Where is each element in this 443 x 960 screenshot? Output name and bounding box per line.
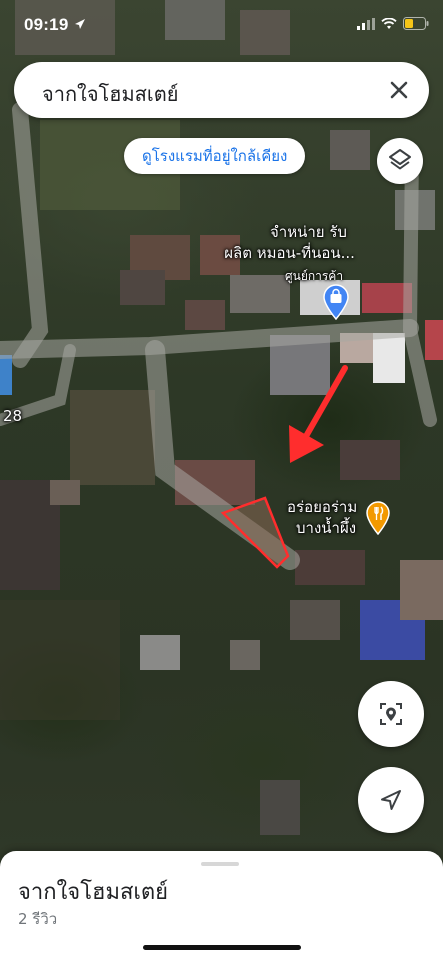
poi-store-name-line1: จำหน่าย รับ <box>270 223 347 241</box>
search-query[interactable]: จากใจโฮมสเตย์ <box>42 78 178 110</box>
plot-outline <box>220 496 290 569</box>
road-number-label: 28 <box>3 407 23 425</box>
bare-field <box>70 390 155 485</box>
sheet-drag-handle[interactable] <box>201 862 239 866</box>
layers-button[interactable] <box>377 138 423 184</box>
location-arrow-icon <box>75 19 85 29</box>
shopping-bag-icon[interactable] <box>323 284 349 320</box>
field-patch <box>0 600 120 720</box>
search-bar[interactable]: จากใจโฮมสเตย์ <box>14 62 429 118</box>
recenter-button[interactable] <box>358 681 424 747</box>
status-icons <box>357 17 429 30</box>
place-title: จากใจโฮมสเตย์ <box>18 880 169 905</box>
navigation-arrow-icon <box>381 790 401 810</box>
nearby-hotels-chip[interactable]: ดูโรงแรมที่อยู่ใกล้เคียง <box>124 138 306 174</box>
place-bottom-sheet[interactable]: จากใจโฮมสเตย์ 2 รีวิว <box>0 851 443 960</box>
crosshair-location-icon <box>380 703 402 725</box>
close-icon[interactable] <box>383 74 415 106</box>
wifi-icon <box>381 17 397 29</box>
poi-restaurant-name[interactable]: อร่อยอร่าม บางน้ำผึ้ง <box>287 497 357 539</box>
reviews-count[interactable]: 2 รีวิว <box>18 907 57 931</box>
poi-store-name[interactable]: จำหน่าย รับ ผลิต หมอน-ที่นอน... <box>224 222 355 264</box>
signal-icon <box>357 17 375 30</box>
home-indicator[interactable] <box>143 945 301 950</box>
status-time: 09:19 <box>24 15 69 34</box>
poi-store-name-line2: ผลิต หมอน-ที่นอน... <box>224 244 355 262</box>
nearby-hotels-label: ดูโรงแรมที่อยู่ใกล้เคียง <box>142 147 288 165</box>
battery-icon <box>403 17 429 30</box>
status-bar: 09:19 <box>0 0 443 44</box>
layers-icon <box>389 149 411 170</box>
poi-restaurant-name-line1: อร่อยอร่าม <box>287 498 358 516</box>
restaurant-icon[interactable] <box>366 501 390 535</box>
navigate-button[interactable] <box>358 767 424 833</box>
poi-restaurant-name-line2: บางน้ำผึ้ง <box>296 519 357 537</box>
